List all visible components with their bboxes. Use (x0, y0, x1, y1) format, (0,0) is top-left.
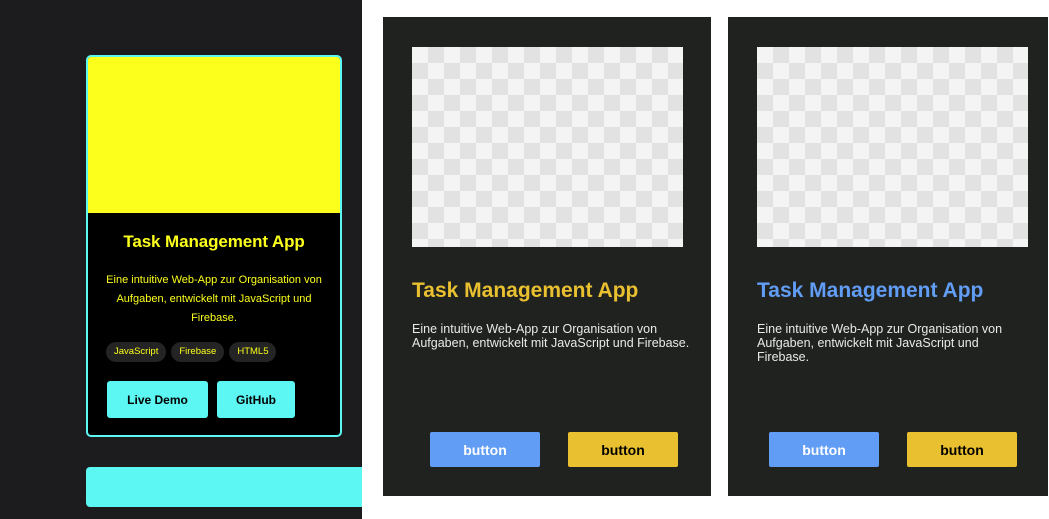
secondary-button[interactable]: button (568, 432, 678, 467)
project-card-preview-panel: Task Management App Eine intuitive Web-A… (0, 0, 362, 519)
image-placeholder (757, 47, 1028, 247)
live-demo-button[interactable]: Live Demo (107, 381, 208, 418)
secondary-button[interactable]: button (907, 432, 1017, 467)
mockup-description: Eine intuitive Web-App zur Organisation … (757, 322, 1003, 364)
mockup-title: Task Management App (757, 279, 984, 302)
image-placeholder (412, 47, 683, 247)
design-comparison: Task Management App Eine intuitive Web-A… (0, 0, 1049, 519)
project-card: Task Management App Eine intuitive Web-A… (86, 55, 342, 437)
primary-button[interactable]: button (430, 432, 540, 467)
github-button[interactable]: GitHub (217, 381, 295, 418)
project-image-placeholder (88, 57, 340, 213)
mockup-card-blue: Task Management App Eine intuitive Web-A… (728, 17, 1048, 496)
project-title: Task Management App (123, 232, 305, 251)
tech-tag-list: JavaScript Firebase HTML5 (106, 342, 277, 362)
next-card-edge (86, 467, 362, 507)
mockup-description: Eine intuitive Web-App zur Organisation … (412, 322, 690, 350)
mockup-title: Task Management App (412, 279, 639, 302)
tech-tag-javascript: JavaScript (106, 342, 167, 362)
tech-tag-html5: HTML5 (229, 342, 277, 362)
project-description: Eine intuitive Web-App zur Organisation … (106, 274, 322, 324)
project-actions: Live Demo GitHub (107, 381, 295, 418)
tech-tag-firebase: Firebase (171, 342, 225, 362)
mockup-card-gold: Task Management App Eine intuitive Web-A… (383, 17, 711, 496)
primary-button[interactable]: button (769, 432, 879, 467)
